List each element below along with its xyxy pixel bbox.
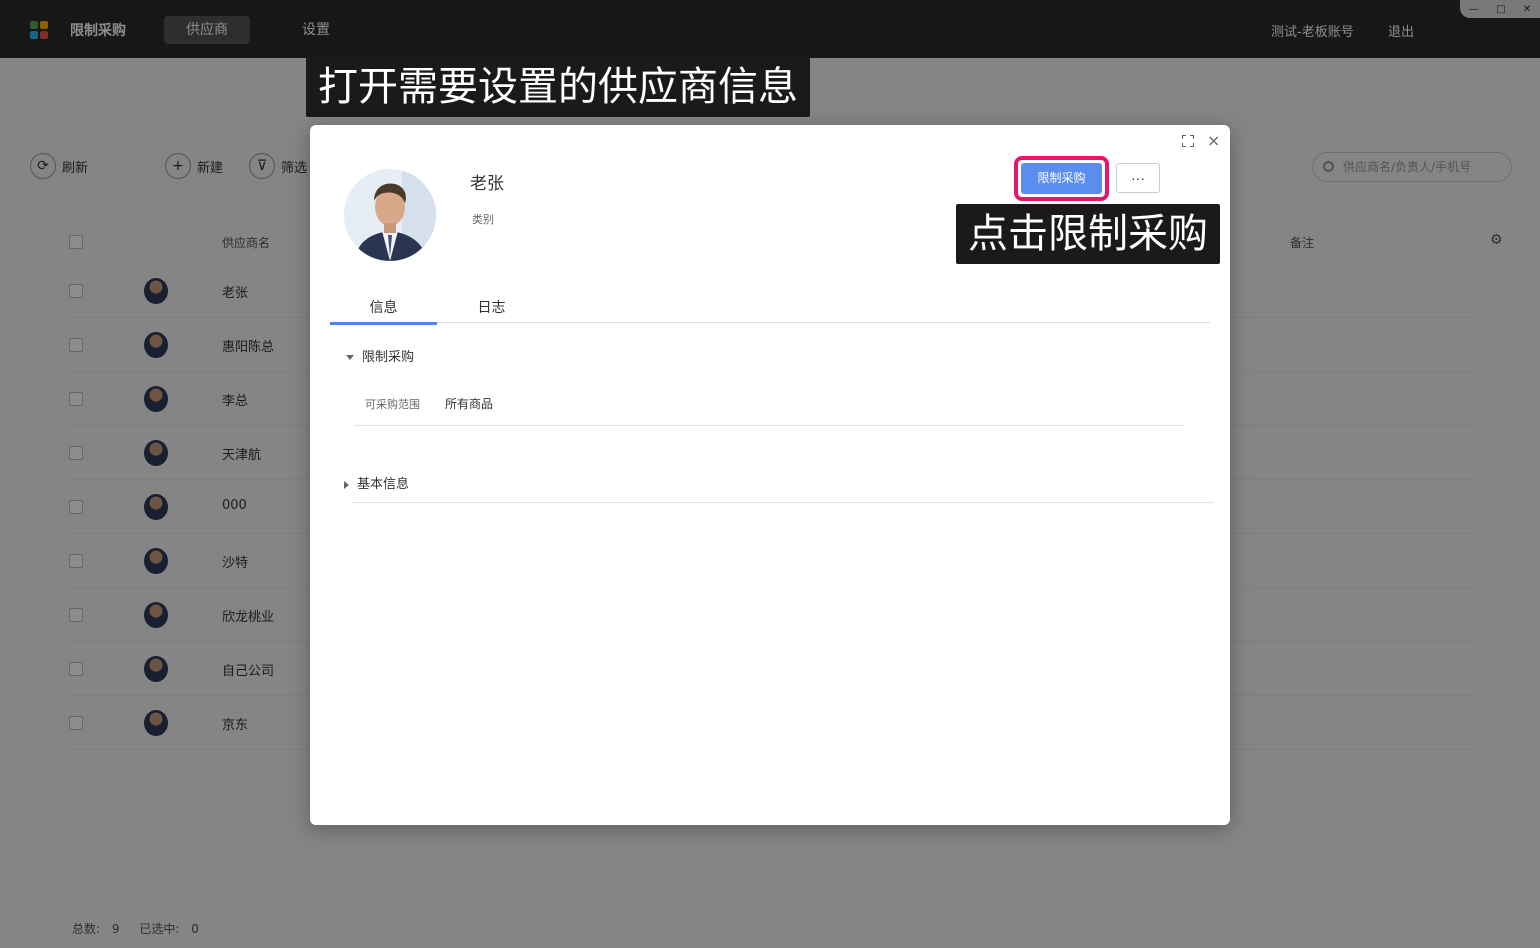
section-divider: [352, 502, 1214, 503]
restrict-section-header[interactable]: 限制采购: [346, 346, 414, 365]
category-label: 类别: [472, 213, 494, 226]
instruction-caption-right: 点击限制采购: [956, 204, 1220, 264]
section-divider: [354, 425, 1184, 426]
detail-tabs: 信息 日志: [330, 293, 1210, 325]
instruction-caption-top: 打开需要设置的供应商信息: [306, 57, 810, 117]
supplier-avatar: [344, 169, 436, 261]
expand-arrow-icon: [344, 480, 349, 489]
tab-info[interactable]: 信息: [330, 297, 437, 325]
purchase-scope-value: 所有商品: [445, 397, 494, 411]
more-actions-button[interactable]: ···: [1116, 163, 1160, 193]
close-icon[interactable]: ×: [1207, 131, 1220, 150]
purchase-scope-label: 可采购范围: [365, 398, 420, 411]
basic-info-section-header[interactable]: 基本信息: [344, 473, 409, 492]
collapse-arrow-icon: [346, 355, 354, 360]
fullscreen-icon[interactable]: [1182, 135, 1194, 147]
supplier-name: 老张: [470, 174, 504, 194]
basic-info-title: 基本信息: [357, 477, 410, 492]
tab-log[interactable]: 日志: [438, 297, 545, 317]
restrict-purchase-button[interactable]: 限制采购: [1021, 163, 1102, 194]
restrict-section-title: 限制采购: [362, 350, 415, 365]
